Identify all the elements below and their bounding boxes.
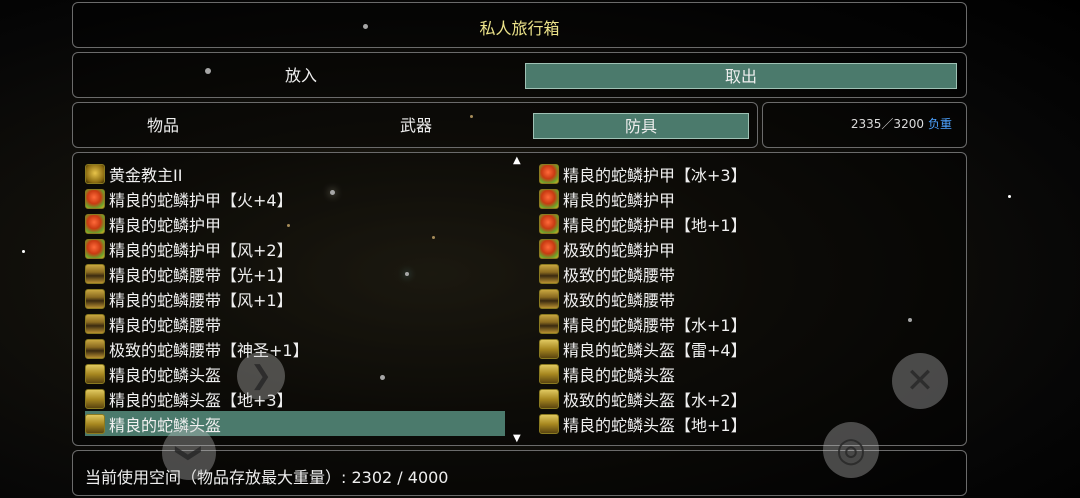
scroll-down-arrow[interactable]: ▼ <box>513 433 521 444</box>
armor-icon <box>85 188 105 209</box>
belt-icon <box>85 263 105 284</box>
item-name: 精良的蛇鳞护甲【火+4】 <box>109 190 293 210</box>
armor-icon <box>539 213 559 234</box>
put-in-button[interactable]: 放入 <box>81 63 521 89</box>
list-item[interactable]: 黄金教主II <box>85 161 505 186</box>
list-item[interactable]: 精良的蛇鳞头盔【地+1】 <box>539 411 959 436</box>
star <box>22 250 25 253</box>
helmet-icon <box>539 338 559 359</box>
list-item[interactable]: 精良的蛇鳞护甲【冰+3】 <box>539 161 959 186</box>
belt-icon <box>539 313 559 334</box>
armor-icon <box>539 188 559 209</box>
belt-icon <box>85 288 105 309</box>
item-list-left: 黄金教主II 精良的蛇鳞护甲【火+4】 精良的蛇鳞护甲 精良的蛇鳞护甲【风+2】 精良的… <box>85 161 505 436</box>
category-tabs: 物品 武器 防具 <box>72 102 758 148</box>
list-item[interactable]: 精良的蛇鳞护甲【风+2】 <box>85 236 505 261</box>
weight-panel: 2335／3200 负重 <box>762 102 967 148</box>
list-item[interactable]: 精良的蛇鳞头盔【地+3】 <box>85 386 505 411</box>
list-item[interactable]: 精良的蛇鳞护甲 <box>539 186 959 211</box>
item-name: 精良的蛇鳞腰带【风+1】 <box>109 290 293 310</box>
helmet-icon <box>85 363 105 384</box>
list-item[interactable]: 精良的蛇鳞护甲【地+1】 <box>539 211 959 236</box>
armor-icon <box>539 238 559 259</box>
star <box>1008 195 1011 198</box>
title-bar: 私人旅行箱 <box>72 2 967 48</box>
item-name: 精良的蛇鳞腰带 <box>109 315 222 335</box>
weight-value: 2335／3200 <box>850 117 924 131</box>
confirm-button[interactable]: ◎ <box>823 422 879 478</box>
item-name: 极致的蛇鳞腰带【神圣+1】 <box>109 340 309 360</box>
list-item[interactable]: 精良的蛇鳞腰带【风+1】 <box>85 286 505 311</box>
list-item[interactable]: 精良的蛇鳞腰带【水+1】 <box>539 311 959 336</box>
armor-icon <box>85 213 105 234</box>
item-name: 精良的蛇鳞头盔【地+1】 <box>563 415 747 435</box>
list-item[interactable]: 精良的蛇鳞腰带 <box>85 311 505 336</box>
storage-usage-text: 当前使用空间（物品存放最大重量）: 2302 / 4000 <box>85 468 449 487</box>
tab-items[interactable]: 物品 <box>103 113 223 139</box>
belt-icon <box>539 288 559 309</box>
item-name: 黄金教主II <box>109 165 183 185</box>
armor-icon <box>85 238 105 259</box>
list-item[interactable]: 精良的蛇鳞头盔 <box>85 411 505 436</box>
item-name: 极致的蛇鳞腰带 <box>563 290 676 310</box>
next-button[interactable]: ❯ <box>237 352 285 400</box>
item-name: 极致的蛇鳞护甲 <box>563 240 676 260</box>
item-name: 精良的蛇鳞头盔【雷+4】 <box>563 340 747 360</box>
tab-weapons[interactable]: 武器 <box>356 113 476 139</box>
close-button[interactable]: ✕ <box>892 353 948 409</box>
belt-icon <box>85 313 105 334</box>
mode-bar: 放入 取出 <box>72 52 967 98</box>
armor-icon <box>539 163 559 184</box>
item-list-panel: ▲ ▼ 黄金教主II 精良的蛇鳞护甲【火+4】 精良的蛇鳞护甲 精良的蛇鳞护甲【风+2… <box>72 152 967 446</box>
list-item[interactable]: 极致的蛇鳞腰带【神圣+1】 <box>85 336 505 361</box>
list-item[interactable]: 精良的蛇鳞护甲【火+4】 <box>85 186 505 211</box>
list-item[interactable]: 精良的蛇鳞头盔【雷+4】 <box>539 336 959 361</box>
belt-icon <box>85 338 105 359</box>
item-name: 精良的蛇鳞护甲【风+2】 <box>109 240 293 260</box>
close-icon: ✕ <box>905 361 935 401</box>
weight-label: 负重 <box>927 117 952 131</box>
list-item[interactable]: 极致的蛇鳞护甲 <box>539 236 959 261</box>
chevron-down-icon: ❯ <box>173 442 204 464</box>
item-name: 精良的蛇鳞护甲【冰+3】 <box>563 165 747 185</box>
window-title: 私人旅行箱 <box>479 19 560 38</box>
list-item[interactable]: 精良的蛇鳞头盔 <box>85 361 505 386</box>
list-item[interactable]: 精良的蛇鳞腰带【光+1】 <box>85 261 505 286</box>
helmet-icon <box>85 388 105 409</box>
list-item[interactable]: 极致的蛇鳞腰带 <box>539 261 959 286</box>
down-button[interactable]: ❯ <box>162 426 216 480</box>
list-item[interactable]: 极致的蛇鳞腰带 <box>539 286 959 311</box>
chevron-right-icon: ❯ <box>250 361 272 391</box>
item-name: 极致的蛇鳞头盔【水+2】 <box>563 390 747 410</box>
helmet-icon <box>539 413 559 434</box>
list-item[interactable]: 精良的蛇鳞护甲 <box>85 211 505 236</box>
item-name: 精良的蛇鳞腰带【水+1】 <box>563 315 747 335</box>
item-name: 精良的蛇鳞护甲 <box>109 215 222 235</box>
scroll-up-arrow[interactable]: ▲ <box>513 155 521 166</box>
tab-armor[interactable]: 防具 <box>533 113 749 139</box>
helmet-icon <box>85 413 105 434</box>
item-name: 精良的蛇鳞头盔 <box>563 365 676 385</box>
take-out-button[interactable]: 取出 <box>525 63 957 89</box>
gold-relic-icon <box>85 163 105 184</box>
item-name: 精良的蛇鳞腰带【光+1】 <box>109 265 293 285</box>
confirm-ring-icon: ◎ <box>836 430 866 470</box>
belt-icon <box>539 263 559 284</box>
item-name: 精良的蛇鳞护甲【地+1】 <box>563 215 747 235</box>
item-name: 极致的蛇鳞腰带 <box>563 265 676 285</box>
item-name: 精良的蛇鳞头盔 <box>109 365 222 385</box>
helmet-icon <box>539 363 559 384</box>
item-name: 精良的蛇鳞护甲 <box>563 190 676 210</box>
helmet-icon <box>539 388 559 409</box>
